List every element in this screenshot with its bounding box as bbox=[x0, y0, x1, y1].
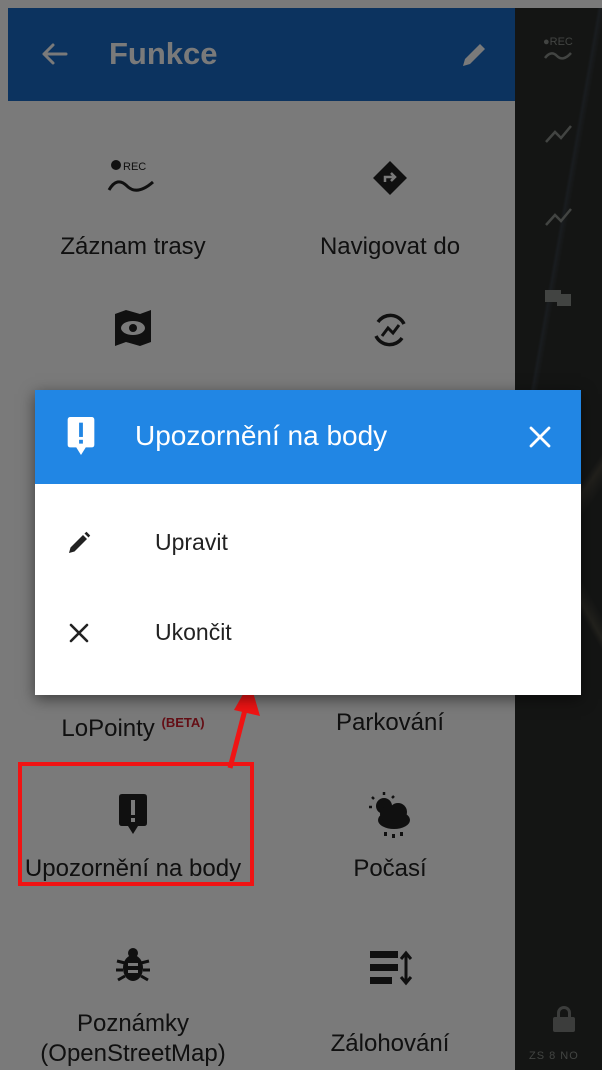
close-icon[interactable] bbox=[528, 425, 552, 449]
point-alert-icon bbox=[67, 416, 95, 456]
dialog-header: Upozornění na body bbox=[35, 390, 581, 484]
highlight-box bbox=[18, 762, 254, 886]
track-record-icon: REC bbox=[107, 160, 154, 192]
dialog-option-label: Upravit bbox=[155, 529, 228, 555]
grid-item-track-record[interactable]: REC Záznam trasy bbox=[8, 148, 258, 268]
beta-badge: (BETA) bbox=[161, 715, 205, 730]
backup-icon bbox=[370, 950, 412, 986]
grid-item-sync[interactable] bbox=[265, 300, 515, 370]
pencil-icon bbox=[69, 531, 91, 553]
grid-item-label-line1: Poznámky bbox=[76, 1010, 190, 1037]
map-rec-label: ●REC bbox=[543, 36, 573, 48]
lopointy-label: LoPointy bbox=[61, 715, 155, 742]
grid-item-navigate-to[interactable]: Navigovat do bbox=[265, 148, 515, 268]
map-chat-icon[interactable] bbox=[543, 286, 577, 316]
dialog-option-edit[interactable]: Upravit bbox=[35, 498, 581, 588]
map-rec-icon[interactable]: ●REC bbox=[543, 36, 577, 66]
lock-icon[interactable] bbox=[553, 1006, 575, 1032]
app-bar: Funkce bbox=[8, 8, 515, 101]
grid-item-label: Záznam trasy bbox=[60, 233, 206, 260]
grid-item-parking[interactable]: Parkování bbox=[265, 708, 515, 748]
close-icon bbox=[69, 623, 89, 643]
track-line-icon bbox=[544, 52, 572, 60]
grid-item-weather[interactable]: Počasí bbox=[265, 788, 515, 898]
dialog-option-stop[interactable]: Ukončit bbox=[35, 588, 581, 678]
map-track-tool-icon[interactable] bbox=[543, 118, 577, 148]
grid-item-label-line2: (OpenStreetMap) bbox=[40, 1040, 226, 1067]
weather-icon bbox=[369, 792, 410, 838]
grid-item-label: Počasí bbox=[353, 855, 427, 882]
navigate-icon bbox=[373, 161, 407, 195]
grid-item-backup[interactable]: Zálohování bbox=[265, 943, 515, 1070]
grid-item-label: Navigovat do bbox=[319, 233, 461, 260]
pencil-icon[interactable] bbox=[458, 39, 490, 71]
bug-icon bbox=[116, 948, 150, 982]
map-measure-icon[interactable] bbox=[543, 203, 577, 233]
page-title: Funkce bbox=[109, 36, 218, 71]
map-eye-icon bbox=[115, 310, 151, 346]
grid-item-osm-notes[interactable]: Poznámky (OpenStreetMap) bbox=[8, 943, 258, 1070]
grid-item-label: Parkování bbox=[335, 709, 445, 736]
dialog-title: Upozornění na body bbox=[135, 420, 388, 451]
grid-item-label: Zálohování bbox=[330, 1030, 450, 1057]
arrow-left-icon[interactable] bbox=[38, 38, 70, 70]
grid-item-map-overlay[interactable] bbox=[8, 300, 258, 370]
map-scale-text: ZS 8 NO bbox=[529, 1050, 579, 1062]
svg-text:REC: REC bbox=[123, 161, 146, 173]
point-alert-dialog: Upozornění na body Upravit Ukončit bbox=[35, 390, 581, 695]
sync-icon bbox=[374, 313, 406, 347]
dialog-option-label: Ukončit bbox=[155, 619, 232, 645]
